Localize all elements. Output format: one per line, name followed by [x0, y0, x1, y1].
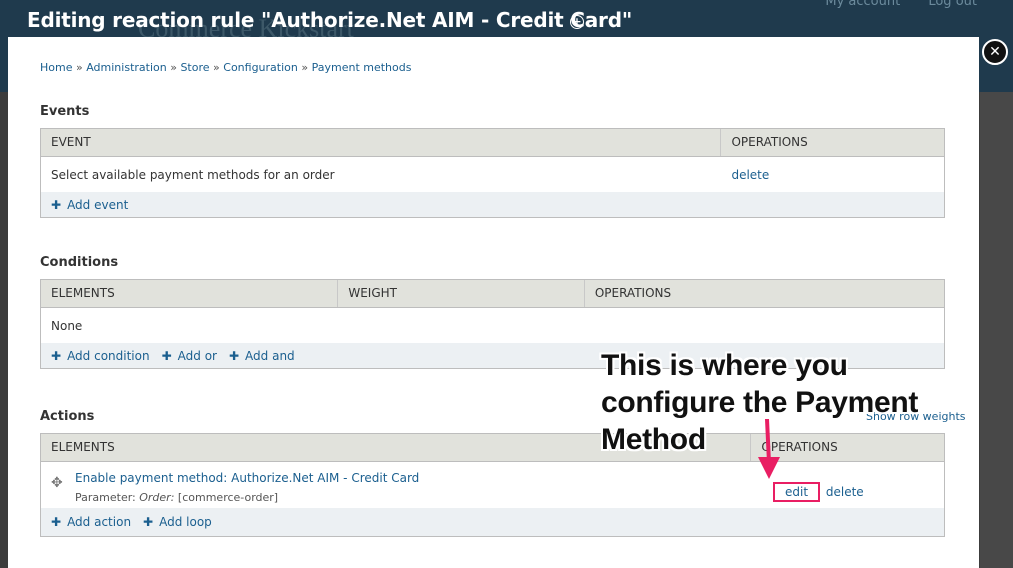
action-parameter: Parameter: Order: [commerce-order] [75, 491, 279, 504]
table-row: Select available payment methods for an … [41, 157, 944, 192]
plus-icon: ✚ [51, 348, 62, 363]
actions-title: Actions [40, 409, 95, 424]
breadcrumb: Home » Administration » Store » Configur… [40, 61, 412, 74]
events-title: Events [40, 104, 90, 119]
events-table-footer: ✚ Add event [41, 192, 944, 217]
column-header-event: EVENT [41, 129, 722, 156]
action-element: Enable payment method: Authorize.Net AIM… [65, 462, 763, 504]
background-right-strip [980, 92, 1013, 568]
background-user-links: My account Log out [801, 0, 977, 9]
events-table-header: EVENT OPERATIONS [41, 129, 944, 157]
my-account-link[interactable]: My account [825, 0, 900, 9]
log-out-link[interactable]: Log out [928, 0, 977, 9]
breadcrumb-home[interactable]: Home [40, 61, 72, 74]
actions-table-footer: ✚ Add action ✚ Add loop [41, 508, 944, 536]
add-condition-link[interactable]: ✚ Add condition [51, 349, 150, 363]
condition-none: None [51, 318, 83, 333]
breadcrumb-store[interactable]: Store [180, 61, 209, 74]
action-edit-link[interactable]: edit [773, 482, 821, 502]
events-table: EVENT OPERATIONS Select available paymen… [40, 128, 945, 218]
add-action-link[interactable]: ✚ Add action [51, 515, 131, 529]
plus-icon: ✚ [51, 515, 62, 529]
action-title-link[interactable]: Enable payment method: Authorize.Net AIM… [75, 471, 763, 485]
drag-handle-icon[interactable]: ✥ [51, 475, 65, 491]
plus-circle-icon[interactable]: + [570, 15, 584, 29]
plus-icon: ✚ [228, 348, 240, 363]
annotation-arrow-icon [758, 419, 780, 479]
close-icon[interactable]: ✕ [982, 39, 1008, 65]
table-row: None [41, 308, 944, 343]
add-or-link[interactable]: ✚ Add or [162, 349, 217, 363]
action-delete-link[interactable]: delete [826, 485, 864, 499]
column-header-operations: OPERATIONS [731, 135, 808, 149]
add-and-link[interactable]: ✚ Add and [229, 349, 295, 363]
event-delete-link[interactable]: delete [731, 168, 769, 182]
add-loop-link[interactable]: ✚ Add loop [143, 515, 212, 529]
overlay-title: Editing reaction rule "Authorize.Net AIM… [27, 8, 633, 32]
table-row: ✥ Enable payment method: Authorize.Net A… [41, 462, 944, 508]
breadcrumb-administration[interactable]: Administration [86, 61, 167, 74]
breadcrumb-configuration[interactable]: Configuration [223, 61, 298, 74]
column-header-weight: WEIGHT [338, 280, 585, 307]
event-name: Select available payment methods for an … [51, 167, 335, 182]
column-header-operations: OPERATIONS [594, 286, 672, 300]
overlay-content: Home » Administration » Store » Configur… [8, 37, 979, 568]
plus-icon: ✚ [161, 348, 172, 363]
add-event-link[interactable]: ✚ Add event [51, 198, 128, 212]
plus-icon: ✚ [143, 515, 154, 529]
conditions-table-header: ELEMENTS WEIGHT OPERATIONS [41, 280, 944, 308]
breadcrumb-payment-methods[interactable]: Payment methods [312, 61, 412, 74]
conditions-title: Conditions [40, 255, 119, 270]
column-header-elements: ELEMENTS [41, 280, 339, 307]
plus-icon: ✚ [51, 197, 62, 212]
